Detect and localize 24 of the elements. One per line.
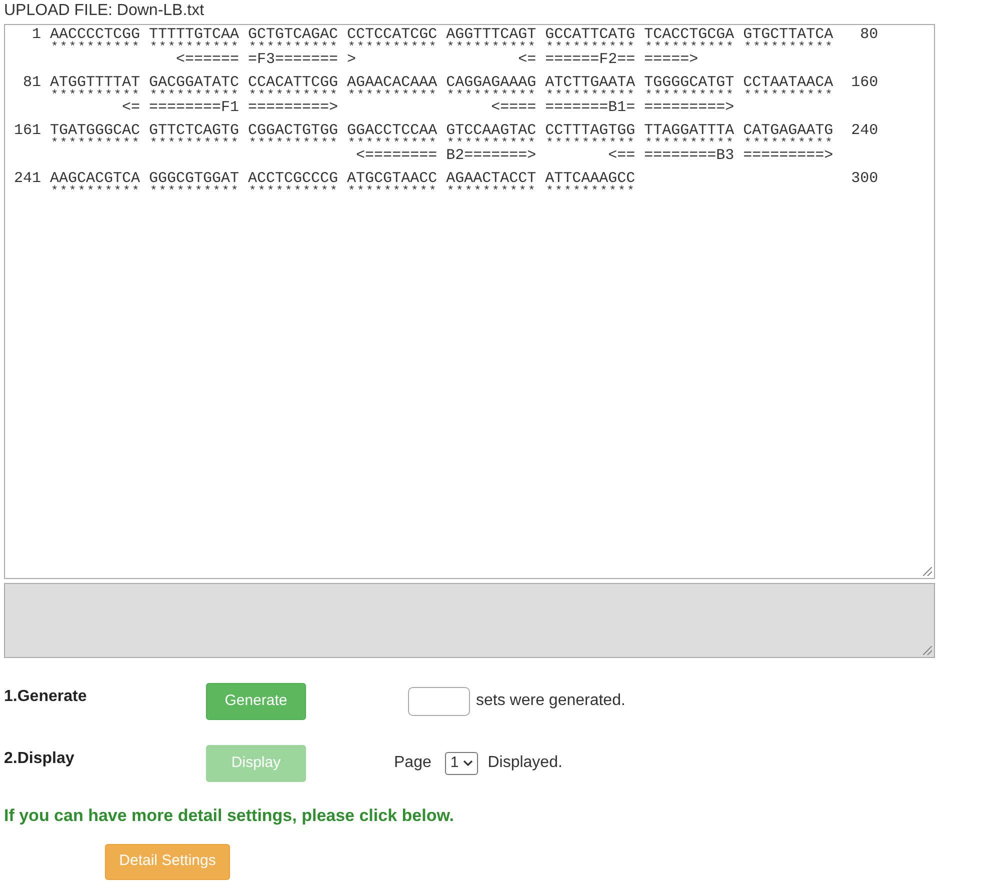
page-select[interactable]: 1: [445, 752, 478, 774]
status-text: sets were generated.: [476, 691, 626, 711]
generate-button[interactable]: Generate: [206, 682, 306, 720]
annotation-line: <======== B2=======> <== ========B3 =========>: [355, 148, 834, 163]
step-label: 2.Display: [4, 749, 76, 769]
marks-line: ********** ********** ********** ********** ********** ********** ********** **********: [50, 90, 836, 100]
file-label: UPLOAD FILE: Down-LB.txt: [4, 1, 206, 21]
detail-settings-button[interactable]: Detail Settings: [105, 844, 230, 880]
sequence-line: 161 TGATGGGCAC GTTCTCAGTG CGGACTGTGG GGACCTCCAA GTCCAAGTAC CCTTTAGTGG TTAGGATTTA CATGAGAATG 240: [13, 123, 880, 138]
sequence-line: 81 ATGGTTTTAT GACGGATATC CCACATTCGG AGAACACAAA CAGGAGAAAG ATCTTGAATA TGGGGCATGT CCTAATAACA 160: [22, 75, 880, 90]
marks-line: ********** ********** ********** ********** ********** ********** ********** **********: [50, 42, 836, 52]
marks-line: ********** ********** ********** ********** ********** ********** ********** **********: [50, 138, 836, 148]
page-label: Page: [394, 753, 432, 773]
step-label: 1.Generate: [4, 687, 88, 707]
marks-line: ********** ********** ********** ********** ********** **********: [50, 186, 638, 196]
count-field[interactable]: [408, 686, 470, 716]
status-text: Displayed.: [488, 753, 562, 773]
sequence-line: 241 AAGCACGTCA GGGCGTGGAT ACCTCGCCCG ATGCGTAACC AGAACTACCT ATTCAAAGCC 300: [13, 171, 880, 186]
annotation-line: <====== =F3======= > <= ======F2== =====>: [175, 52, 700, 67]
caret-icon: [462, 760, 473, 766]
sequence-view[interactable]: [4, 24, 935, 579]
sequence-line: 1 AACCCCTCGG TTTTTGTCAA GCTGTCAGAC CCTCCATCGC AGGTTTCAGT GCCATTCATG TCACCTGCGA GTGCTTATCA 80: [31, 27, 880, 42]
hint-text: If you can have more detail settings, please click below.: [4, 805, 456, 827]
annotation-line: <= ========F1 =========> <==== =======B1= =========>: [121, 100, 736, 115]
